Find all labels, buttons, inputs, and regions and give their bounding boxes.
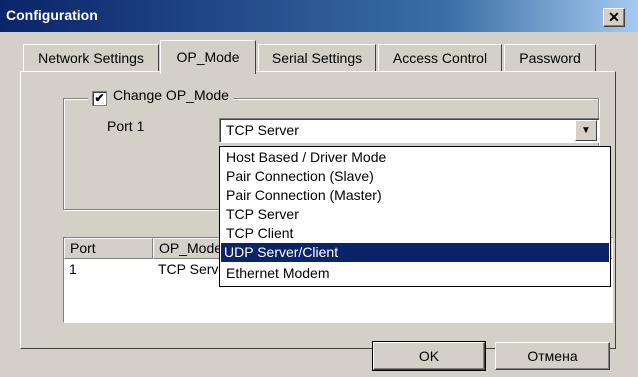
dropdown-option[interactable]: TCP Server [223,205,607,224]
dropdown-option[interactable]: TCP Client [223,224,607,243]
dropdown-option-highlighted[interactable]: UDP Server/Client [221,243,609,262]
chevron-down-icon: ▼ [581,125,591,136]
port-label: Port 1 [107,118,145,134]
op-mode-dropdown-list[interactable]: Host Based / Driver Mode Pair Connection… [219,146,611,287]
ok-button[interactable]: OK [372,341,486,371]
checkbox-check-icon: ✔ [92,91,107,106]
tab-op-mode[interactable]: OP_Mode [160,40,256,74]
op-mode-select-value: TCP Server [226,122,299,138]
dropdown-option[interactable]: Pair Connection (Master) [223,186,607,205]
tab-serial-settings[interactable]: Serial Settings [258,44,376,72]
list-cell-port[interactable]: 1 [69,261,77,277]
dropdown-option[interactable]: Ethernet Modem [223,264,607,283]
checkbox-label: Change OP_Mode [113,87,229,103]
tab-access-control[interactable]: Access Control [378,44,502,72]
tab-network-settings[interactable]: Network Settings [23,44,159,72]
close-icon: ✕ [608,9,620,25]
dropdown-arrow-button[interactable]: ▼ [575,120,597,141]
tab-password[interactable]: Password [504,44,596,72]
dropdown-option[interactable]: Pair Connection (Slave) [223,167,607,186]
close-button[interactable]: ✕ [603,8,625,27]
dropdown-option[interactable]: Host Based / Driver Mode [223,148,607,167]
cancel-button[interactable]: Отмена [495,342,610,370]
change-op-mode-checkbox[interactable]: ✔ Change OP_Mode [88,87,233,106]
op-mode-select[interactable]: TCP Server ▼ [219,118,600,143]
window-title: Configuration [6,7,98,23]
column-header-port[interactable]: Port [64,238,153,259]
